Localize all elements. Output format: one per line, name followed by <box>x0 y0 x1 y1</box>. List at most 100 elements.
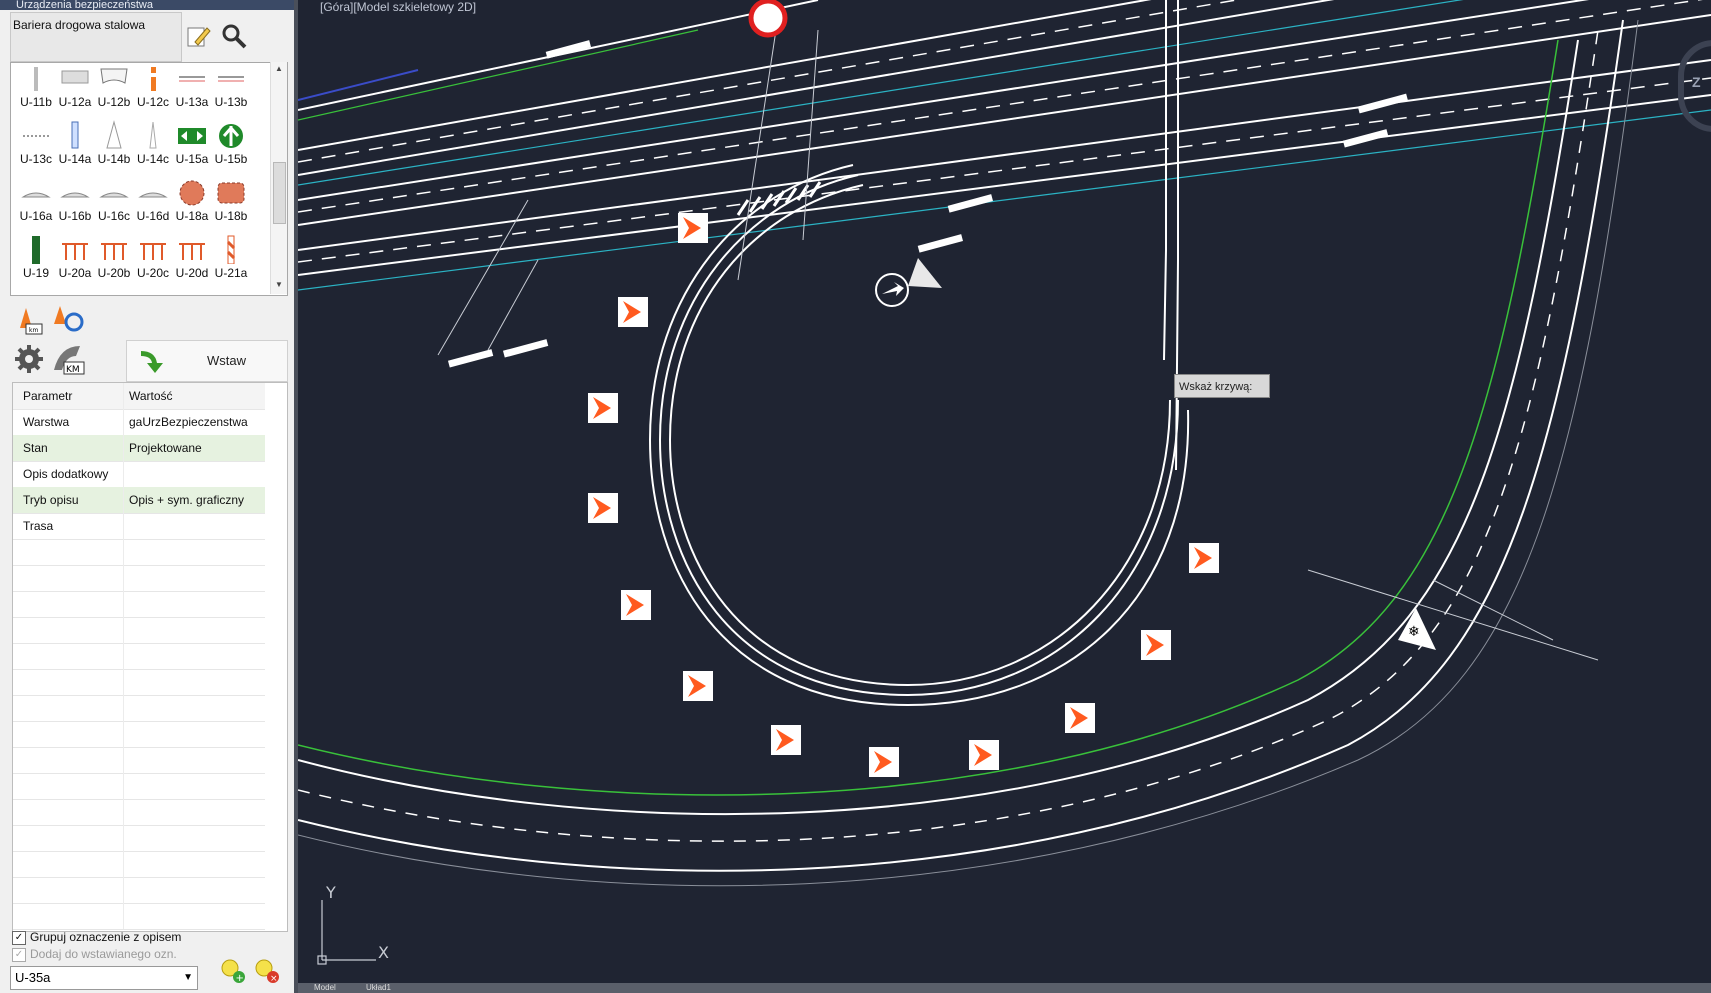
svg-text:km: km <box>29 327 38 334</box>
table-row[interactable]: Stan Projektowane <box>13 435 265 462</box>
chevron-down-icon[interactable]: ▼ <box>183 972 193 983</box>
symbol-label: U-20b <box>97 266 131 280</box>
symbol-item[interactable]: U-16d <box>134 175 172 231</box>
symbol-item[interactable]: U-15a <box>173 118 211 174</box>
symbol-item[interactable]: U-16b <box>56 175 94 231</box>
chevron-sign-icon <box>869 747 899 777</box>
symbol-item[interactable]: U-18b <box>212 175 250 231</box>
scroll-down-icon[interactable]: ▼ <box>275 280 283 289</box>
svg-text:+: + <box>236 973 244 984</box>
green-double-arrow-icon <box>178 128 206 144</box>
scroll-up-icon[interactable]: ▲ <box>275 64 283 73</box>
symbol-label: U-20c <box>136 266 169 280</box>
table-row[interactable]: Opis dodatkowy <box>13 461 265 488</box>
kilometer-icon[interactable]: KM <box>50 342 86 376</box>
row-param: Warstwa <box>23 415 70 429</box>
chevron-sign-icon <box>618 297 648 327</box>
symbol-item[interactable]: U-14b <box>95 118 133 174</box>
row-param: Trasa <box>23 519 54 533</box>
symbol-label: U-20d <box>175 266 209 280</box>
symbol-item[interactable]: U-20d <box>173 232 211 288</box>
empty-row <box>13 773 265 800</box>
row-value[interactable]: gaUrzBezpieczenstwa <box>129 415 248 429</box>
add-checkbox-label: Dodaj do wstawianego ozn. <box>30 947 177 961</box>
insert-button[interactable]: Wstaw <box>126 340 288 382</box>
symbol-label: U-12b <box>97 95 131 109</box>
symbol-label: U-19 <box>22 266 49 280</box>
symbol-item[interactable]: U-16c <box>95 175 133 231</box>
safety-devices-panel: Urządzenia bezpieczeństwa Bariera drogow… <box>0 0 298 993</box>
gear-icon[interactable] <box>12 342 48 376</box>
symbol-item[interactable]: U-14a <box>56 118 94 174</box>
symbol-item[interactable]: U-20a <box>56 232 94 288</box>
tab-layout1[interactable]: Układ1 <box>366 983 391 992</box>
checkbox-checked-icon[interactable]: ✓ <box>12 947 26 962</box>
symbol-label: U-13a <box>175 95 209 109</box>
search-icon[interactable] <box>220 22 248 50</box>
command-tooltip: Wskaż krzywą: <box>1174 374 1270 398</box>
svg-text:KM: KM <box>66 365 80 375</box>
symbol-item[interactable]: U-12c <box>134 63 172 117</box>
table-row[interactable]: Trasa <box>13 513 265 540</box>
symbol-item[interactable]: U-19 <box>17 232 55 288</box>
edit-icon[interactable] <box>185 22 213 50</box>
symbol-label: U-11b <box>20 95 52 109</box>
row-value[interactable]: Opis + sym. graficzny <box>129 493 244 507</box>
empty-row <box>13 539 265 566</box>
symbol-item[interactable]: U-12a <box>56 63 94 117</box>
symbol-label: U-16a <box>19 209 53 223</box>
symbol-item[interactable]: U-21a <box>212 232 250 288</box>
table-row[interactable]: Tryb opisu Opis + sym. graficzny <box>13 487 265 514</box>
group-checkbox[interactable]: ✓ Grupuj oznaczenie z opisem <box>12 930 181 945</box>
symbol-item[interactable]: U-11b <box>17 63 55 117</box>
layout-tabs: Model Układ1 <box>298 983 1711 993</box>
symbol-item[interactable]: U-20b <box>95 232 133 288</box>
empty-row <box>13 825 265 852</box>
gallery-scrollbar[interactable]: ▲ ▼ <box>270 62 287 294</box>
insert-label: Wstaw <box>207 353 246 368</box>
category-selector[interactable]: Bariera drogowa stalowa <box>10 12 182 62</box>
barrier-plate-icon <box>61 70 89 84</box>
chevron-sign-icon <box>1189 543 1219 573</box>
symbol-item[interactable]: U-14c <box>134 118 172 174</box>
tab-model[interactable]: Model <box>314 983 336 992</box>
symbol-item[interactable]: U-13a <box>173 63 211 117</box>
table-row[interactable]: Warstwa gaUrzBezpieczenstwa <box>13 409 265 436</box>
symbol-label: U-14b <box>97 152 131 166</box>
symbol-item[interactable]: U-15b <box>212 118 250 174</box>
grid-header-param: Parametr <box>23 389 73 403</box>
remove-bulb-icon[interactable]: × <box>252 956 282 986</box>
block-icon <box>217 182 245 204</box>
row-value[interactable]: Projektowane <box>129 441 202 455</box>
fence-icon <box>179 243 205 260</box>
symbol-combo[interactable]: U-35a ▼ <box>10 966 198 990</box>
symbol-item[interactable]: U-13c <box>17 118 55 174</box>
row-param: Opis dodatkowy <box>23 467 109 481</box>
navwheel-letter: Z <box>1692 74 1701 90</box>
symbol-item[interactable]: U-16a <box>17 175 55 231</box>
symbol-label: U-13c <box>19 152 52 166</box>
empty-row <box>13 617 265 644</box>
symbol-item[interactable]: U-18a <box>173 175 211 231</box>
symbol-item[interactable]: U-20c <box>134 232 172 288</box>
symbol-item[interactable]: U-13b <box>212 63 250 117</box>
add-bulb-icon[interactable]: + <box>218 956 248 986</box>
green-pole-icon <box>32 236 40 264</box>
grid-header-value: Wartość <box>129 389 173 403</box>
chevron-sign-icon <box>771 725 801 755</box>
cone-refresh-icon[interactable] <box>50 302 86 336</box>
combo-value: U-35a <box>15 970 51 985</box>
post-icon <box>34 67 38 91</box>
fence-icon <box>140 243 166 260</box>
drawing-canvas[interactable]: ❄ Y X [Góra][Model szkieletowy 2D] Wskaż… <box>298 0 1711 993</box>
empty-row <box>13 591 265 618</box>
row-param: Stan <box>23 441 48 455</box>
symbol-item[interactable]: U-12b <box>95 63 133 117</box>
insert-arrow-icon <box>141 351 163 373</box>
cone-sign-icon[interactable]: km <box>12 302 48 336</box>
scroll-thumb[interactable] <box>273 162 286 224</box>
fence-icon <box>101 243 127 260</box>
add-checkbox[interactable]: ✓ Dodaj do wstawianego ozn. <box>12 947 177 962</box>
viewport-label[interactable]: [Góra][Model szkieletowy 2D] <box>320 0 476 14</box>
checkbox-checked-icon[interactable]: ✓ <box>12 930 26 945</box>
